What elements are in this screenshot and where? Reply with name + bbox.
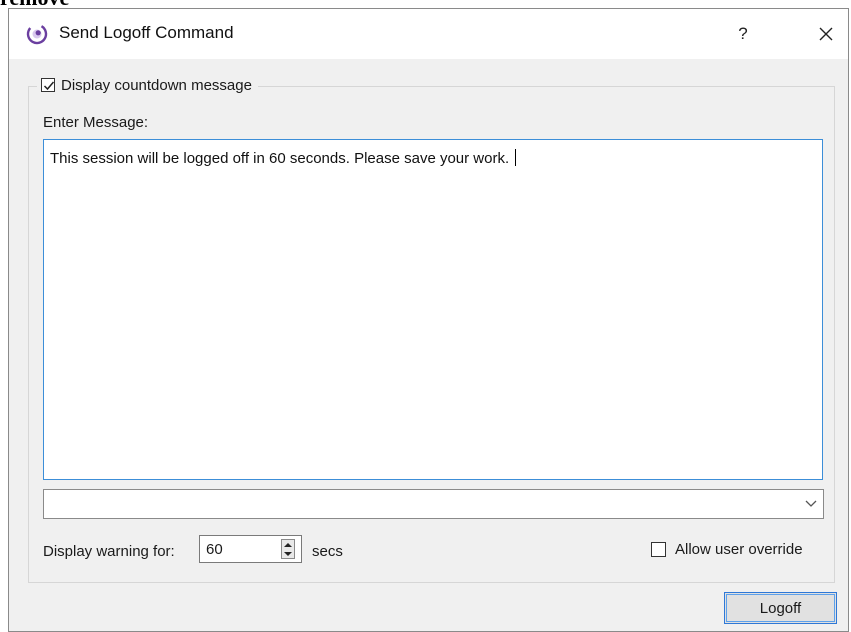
arrow-down-icon[interactable] — [284, 551, 292, 557]
text-caret — [515, 149, 517, 166]
message-dropdown[interactable] — [43, 489, 824, 519]
app-logo-icon — [26, 23, 48, 45]
page-fragment-text: remove — [0, 0, 69, 9]
countdown-checkbox[interactable] — [41, 78, 55, 92]
close-icon — [819, 27, 833, 41]
allow-override-checkbox[interactable] — [651, 542, 666, 557]
secs-label: secs — [312, 543, 343, 560]
chevron-down-icon[interactable] — [805, 499, 817, 509]
help-button[interactable]: ? — [726, 19, 760, 49]
warning-seconds-value[interactable]: 60 — [206, 541, 223, 558]
checkmark-icon — [43, 81, 55, 91]
logoff-button[interactable]: Logoff — [724, 592, 837, 624]
message-text: This session will be logged off in 60 se… — [50, 150, 510, 167]
window-title: Send Logoff Command — [59, 23, 234, 42]
allow-override-row[interactable]: Allow user override — [651, 541, 803, 558]
title-bar: Send Logoff Command ? — [9, 9, 848, 59]
allow-override-label: Allow user override — [675, 541, 803, 558]
message-textarea[interactable]: This session will be logged off in 60 se… — [43, 139, 823, 480]
arrow-up-icon[interactable] — [284, 542, 292, 548]
close-button[interactable] — [809, 19, 843, 49]
warning-seconds-stepper[interactable]: 60 — [199, 535, 302, 563]
display-warning-label: Display warning for: — [43, 543, 175, 560]
dialog-window: Send Logoff Command ? Display countdown … — [8, 8, 849, 632]
countdown-checkbox-row[interactable]: Display countdown message — [37, 74, 258, 96]
countdown-checkbox-label: Display countdown message — [61, 76, 252, 94]
stepper-buttons[interactable] — [281, 539, 295, 559]
enter-message-label: Enter Message: — [43, 114, 149, 131]
